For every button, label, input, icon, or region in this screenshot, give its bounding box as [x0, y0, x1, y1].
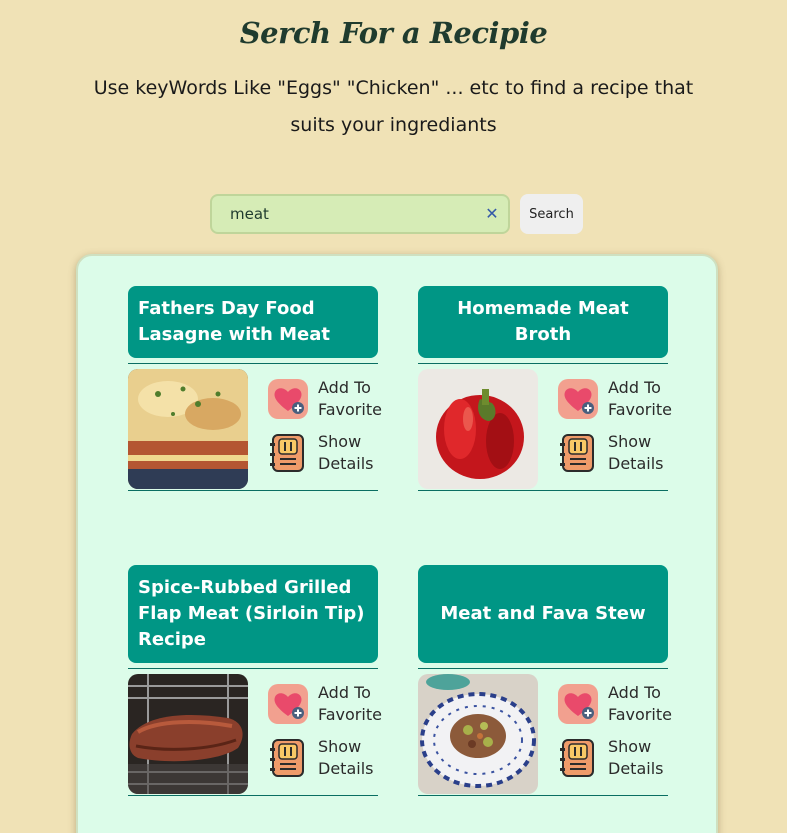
divider — [128, 795, 378, 796]
add-to-favorite-button[interactable]: Add To Favorite — [268, 377, 382, 421]
show-details-label: Show Details — [318, 737, 374, 778]
heart-plus-icon — [558, 379, 598, 419]
page-title: Serch For a Recipie — [239, 16, 548, 50]
add-to-favorite-button[interactable]: Add To Favorite — [558, 682, 672, 726]
add-to-favorite-button[interactable]: Add To Favorite — [558, 377, 672, 421]
recipe-card: Meat and Fava Stew Add To Favorite Show … — [418, 565, 672, 796]
search-input[interactable] — [212, 196, 508, 232]
recipe-title[interactable]: Meat and Fava Stew — [418, 565, 668, 663]
divider — [418, 795, 668, 796]
recipe-card: Homemade Meat Broth Add To Favorite Show… — [418, 286, 672, 491]
recipe-book-icon — [558, 433, 598, 473]
show-details-label: Show Details — [318, 432, 374, 473]
show-details-label: Show Details — [608, 432, 664, 473]
page: Serch For a Recipie Use keyWords Like "E… — [0, 0, 787, 833]
add-to-favorite-button[interactable]: Add To Favorite — [268, 682, 382, 726]
heart-plus-icon — [558, 684, 598, 724]
add-to-favorite-label: Add To Favorite — [608, 683, 672, 724]
add-to-favorite-label: Add To Favorite — [608, 378, 672, 419]
heart-plus-icon — [268, 379, 308, 419]
recipe-book-icon — [558, 738, 598, 778]
recipe-book-icon — [268, 738, 308, 778]
show-details-button[interactable]: Show Details — [268, 736, 378, 780]
add-to-favorite-label: Add To Favorite — [318, 378, 382, 419]
heart-plus-icon — [268, 684, 308, 724]
recipe-image — [128, 369, 248, 489]
results-panel: Fathers Day Food Lasagne with Meat Add T… — [76, 254, 718, 833]
recipe-image — [418, 369, 538, 489]
recipe-title[interactable]: Homemade Meat Broth — [418, 286, 668, 358]
search-button[interactable]: Search — [520, 194, 583, 234]
page-subtitle: Use keyWords Like "Eggs" "Chicken" ... e… — [93, 77, 694, 136]
recipe-image — [418, 674, 538, 794]
recipe-title[interactable]: Spice-Rubbed Grilled Flap Meat (Sirloin … — [128, 565, 378, 663]
recipe-image — [128, 674, 248, 794]
recipe-card: Spice-Rubbed Grilled Flap Meat (Sirloin … — [128, 565, 382, 796]
show-details-button[interactable]: Show Details — [558, 431, 668, 475]
divider — [418, 490, 668, 491]
recipe-book-icon — [268, 433, 308, 473]
close-icon[interactable]: ✕ — [484, 206, 500, 222]
show-details-label: Show Details — [608, 737, 664, 778]
search-field: ✕ — [210, 194, 510, 234]
recipe-title[interactable]: Fathers Day Food Lasagne with Meat — [128, 286, 378, 358]
show-details-button[interactable]: Show Details — [268, 431, 378, 475]
add-to-favorite-label: Add To Favorite — [318, 683, 382, 724]
show-details-button[interactable]: Show Details — [558, 736, 668, 780]
recipe-card: Fathers Day Food Lasagne with Meat Add T… — [128, 286, 382, 491]
divider — [128, 490, 378, 491]
